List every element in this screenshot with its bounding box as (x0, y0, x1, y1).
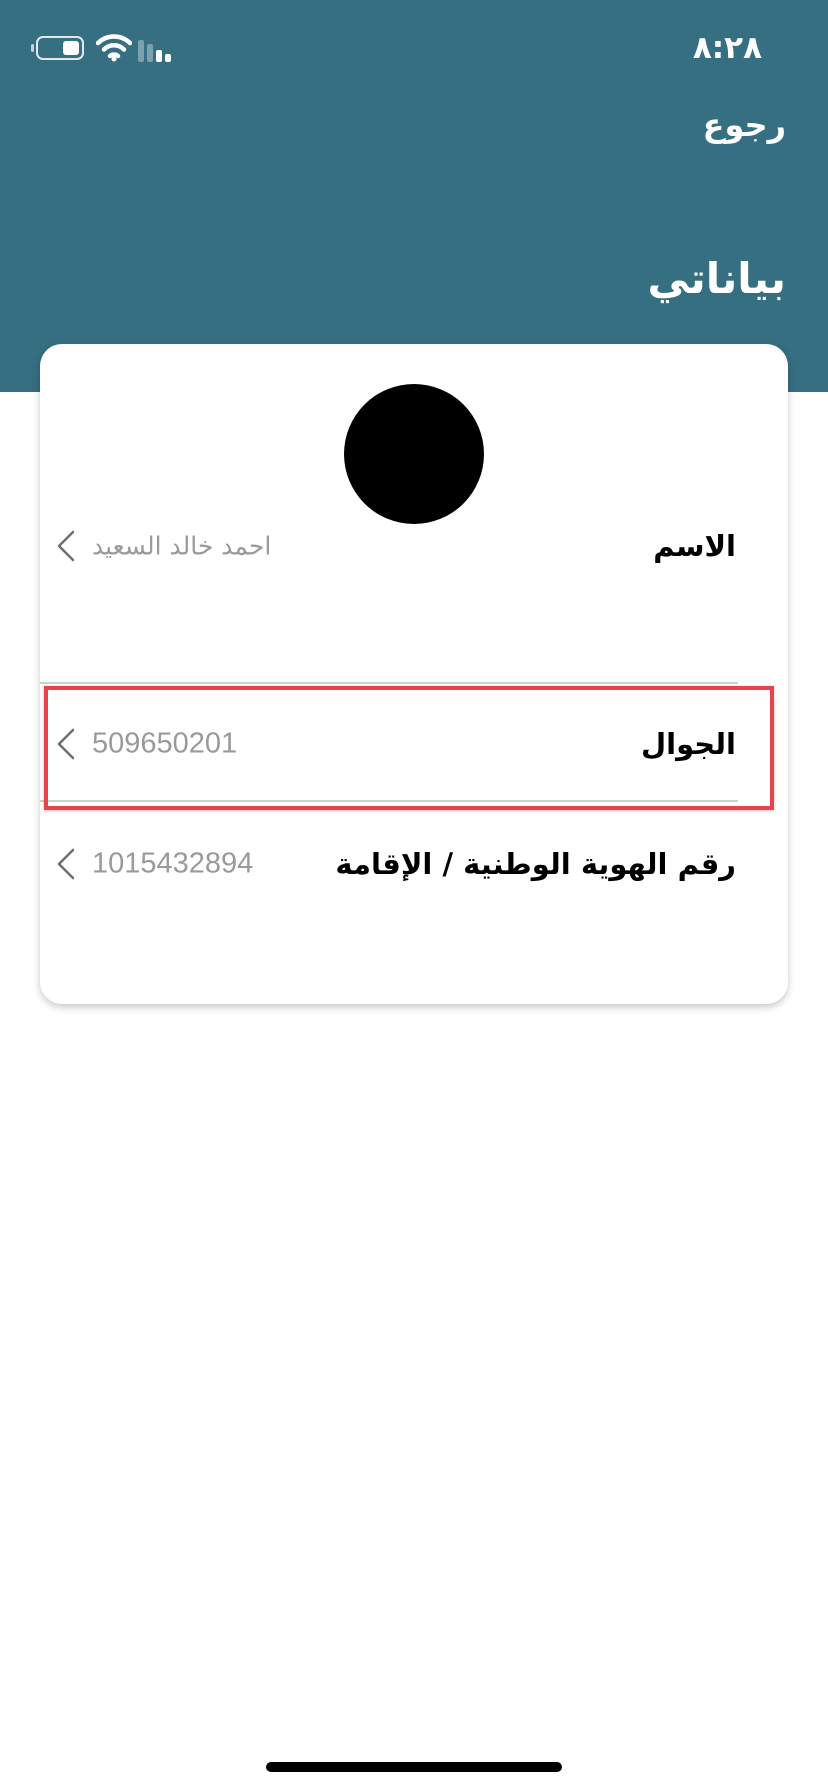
mobile-label: الجوال (640, 727, 736, 761)
row-name[interactable]: احمد خالد السعيد الاسم (40, 486, 788, 606)
page-title: بياناتي (647, 254, 787, 303)
screen: ٨:٢٨ رجوع بياناتي احمد خالد السعيد الاسم… (0, 0, 828, 1792)
header: ٨:٢٨ رجوع بياناتي (0, 0, 828, 392)
row-national-id[interactable]: 1015432894 رقم الهوية الوطنية / الإقامة (40, 804, 788, 924)
name-value: احمد خالد السعيد (92, 531, 272, 561)
status-time: ٨:٢٨ (692, 30, 762, 66)
national-id-label: رقم الهوية الوطنية / الإقامة (335, 847, 736, 881)
mobile-value: 509650201 (92, 727, 238, 760)
chevron-left-icon (57, 728, 75, 760)
cellular-signal-icon (138, 38, 178, 62)
chevron-left-icon (57, 848, 75, 880)
battery-icon (31, 36, 84, 60)
chevron-left-icon (57, 530, 75, 562)
row-mobile[interactable]: 509650201 الجوال (40, 684, 788, 804)
profile-card: احمد خالد السعيد الاسم 509650201 الجوال … (40, 344, 788, 1004)
home-indicator (266, 1762, 562, 1772)
national-id-value: 1015432894 (92, 847, 254, 880)
name-label: الاسم (653, 529, 736, 563)
back-button[interactable]: رجوع (703, 106, 786, 144)
battery-level (63, 41, 79, 55)
status-bar: ٨:٢٨ (0, 0, 828, 100)
divider (40, 800, 738, 802)
wifi-icon (96, 34, 132, 62)
